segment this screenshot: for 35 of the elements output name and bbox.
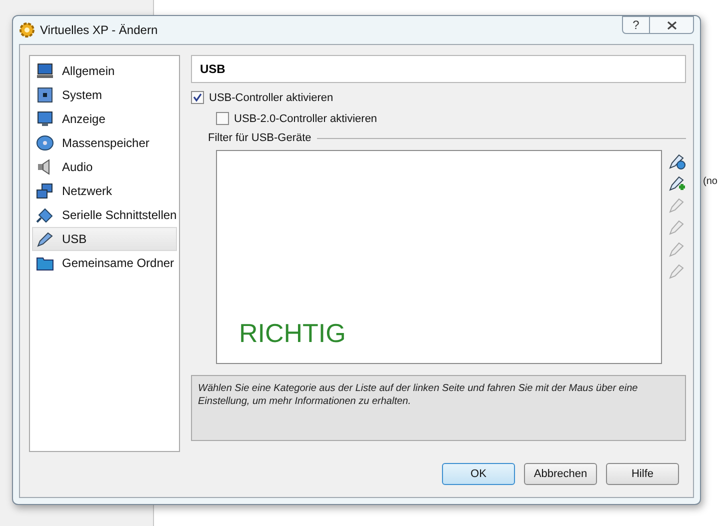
dialog-button[interactable]: Abbrechen (524, 463, 597, 485)
disk-icon (36, 135, 54, 151)
category-item[interactable]: Audio (32, 155, 177, 179)
close-button[interactable] (650, 16, 694, 34)
group-label: Filter für USB-Geräte (208, 132, 312, 144)
plug-add-icon (668, 174, 686, 192)
gear-icon (19, 22, 35, 38)
chip-icon (36, 87, 54, 103)
checkbox[interactable] (191, 91, 204, 104)
close-icon (666, 20, 676, 30)
category-item[interactable]: Allgemein (32, 59, 177, 83)
checkbox[interactable] (216, 112, 229, 125)
filter-list[interactable]: RICHTIG (216, 150, 662, 364)
category-item[interactable]: Gemeinsame Ordner (32, 251, 177, 275)
info-text: Wählen Sie eine Kategorie aus der Liste auf der linken Seite und fahren Sie mit der Maus über eine Einstellung, um mehr Informationen zu erhalten. (191, 375, 686, 441)
background-text: (no (703, 176, 718, 187)
category-item[interactable]: Netzwerk (32, 179, 177, 203)
dialog-button[interactable]: Hilfe (606, 463, 679, 485)
category-item[interactable]: Anzeige (32, 107, 177, 131)
category-item[interactable]: USB (32, 227, 177, 251)
folder-icon (36, 255, 54, 271)
checkbox-label: USB-Controller aktivieren (209, 92, 334, 104)
category-item[interactable]: Serielle Schnittstellen (32, 203, 177, 227)
page-title: USB (191, 55, 686, 83)
checkbox-label: USB-2.0-Controller aktivieren (234, 112, 378, 124)
overlay-text: RICHTIG (239, 318, 346, 349)
dialog-button[interactable]: OK (442, 463, 515, 485)
help-button[interactable]: ? (622, 16, 650, 34)
monitor-icon (36, 63, 54, 79)
category-item[interactable]: System (32, 83, 177, 107)
tool-button[interactable] (668, 174, 686, 192)
window-title: Virtuelles XP - Ändern (40, 23, 159, 37)
category-item[interactable]: Massenspeicher (32, 131, 177, 155)
network-icon (36, 183, 54, 199)
display-icon (36, 111, 54, 127)
